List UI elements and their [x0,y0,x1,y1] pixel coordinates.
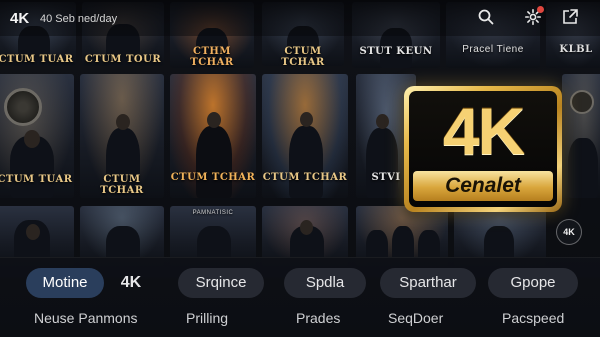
chip-srqince[interactable]: Srqince [178,268,264,298]
film-reel-icon [570,90,594,114]
movie-poster[interactable] [562,74,600,198]
chip-4k[interactable]: 4K [110,268,152,298]
category-label[interactable]: Pacspeed [502,310,564,326]
poster-title: CTUM TUAR [0,174,73,185]
poster-title: CTUM TCHAR [262,172,348,183]
category-label[interactable]: Prades [296,310,340,326]
top-bar: 4K 40 Seb ned/day [0,0,600,36]
poster-title: PAMNATISIC [192,210,234,216]
badge-channel-name: Cenalet [413,171,553,201]
film-reel-icon [4,88,42,126]
poster-title: CTUM TUAR [0,54,74,65]
poster-title: CTUM TCHAR [281,46,325,66]
category-label[interactable]: SeqDoer [388,310,443,326]
header-subtitle: 40 Seb ned/day [40,13,118,25]
poster-title: CTHM TCHAR [190,46,234,68]
quality-toggle-button[interactable]: 4K [556,219,582,245]
chip-motine[interactable]: Motine [26,268,104,298]
poster-title: STUT KEUN [359,46,433,57]
chip-spdla[interactable]: Spdla [284,268,366,298]
streaming-screen: 4K 40 Seb ned/day CTUM TUAR CTUM TOUR CT… [0,0,600,337]
poster-title: CTUM TOUR [84,54,162,65]
movie-poster[interactable]: CTUM TCHAR [262,74,348,198]
poster-title: KLBL [559,44,593,55]
settings-icon[interactable] [524,6,544,26]
movie-poster[interactable]: CTUM TCHAR [80,74,164,198]
poster-title: Pracel Tiene [462,44,524,55]
chip-sparthar[interactable]: Sparthar [380,268,476,298]
category-label[interactable]: Neuse Panmons [34,310,138,326]
4k-channel-badge[interactable]: 4K Cenalet [404,86,562,212]
movie-poster[interactable]: CTUM TUAR [0,74,74,198]
badge-4k-label: 4K [442,94,525,168]
category-panel: Motine 4K Srqince Spdla Sparthar Gpope N… [0,257,600,337]
notification-badge [537,6,544,13]
poster-title: CTUM TCHAR [170,172,256,183]
chip-gpope[interactable]: Gpope [488,268,578,298]
search-icon[interactable] [477,8,495,26]
category-label[interactable]: Prilling [186,310,228,326]
movie-poster[interactable]: CTUM TCHAR [170,74,256,198]
poster-title: CTUM TCHAR [100,174,144,196]
brand-logo[interactable]: 4K [10,10,29,27]
share-icon[interactable] [561,8,579,26]
